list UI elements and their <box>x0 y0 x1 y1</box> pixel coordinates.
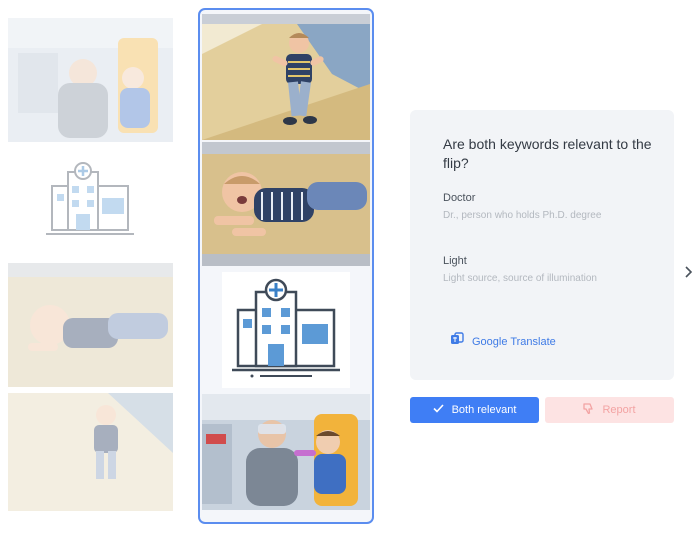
keyword-question-card: Are both keywords relevant to the flip? … <box>410 110 674 380</box>
keyword-2-description: Light source, source of illumination <box>443 273 597 284</box>
google-translate-link[interactable]: Google Translate <box>450 332 556 351</box>
dentist-photo <box>8 18 173 142</box>
dentist-photo <box>202 394 370 510</box>
chevron-right-icon[interactable] <box>682 262 696 282</box>
crying-child-photo <box>8 263 173 387</box>
google-translate-label: Google Translate <box>472 335 556 348</box>
translate-icon <box>450 332 464 351</box>
thumbs-down-icon <box>583 403 594 417</box>
walking-child-photo <box>8 393 173 511</box>
report-button[interactable]: Report <box>545 397 674 423</box>
keyword-1-description: Dr., person who holds Ph.D. degree <box>443 210 602 221</box>
both-relevant-label: Both relevant <box>451 404 517 416</box>
question-title: Are both keywords relevant to the flip? <box>443 136 652 171</box>
walking-child-photo <box>202 14 370 140</box>
report-label: Report <box>602 404 636 416</box>
crying-child-photo <box>202 142 370 266</box>
check-icon <box>433 404 444 416</box>
both-relevant-button[interactable]: Both relevant <box>410 397 539 423</box>
hospital-icon <box>222 272 350 388</box>
flip-option-selected[interactable] <box>198 8 374 524</box>
keyword-2-name: Light <box>443 255 467 267</box>
keyword-1-name: Doctor <box>443 192 476 204</box>
hospital-icon <box>40 158 140 248</box>
